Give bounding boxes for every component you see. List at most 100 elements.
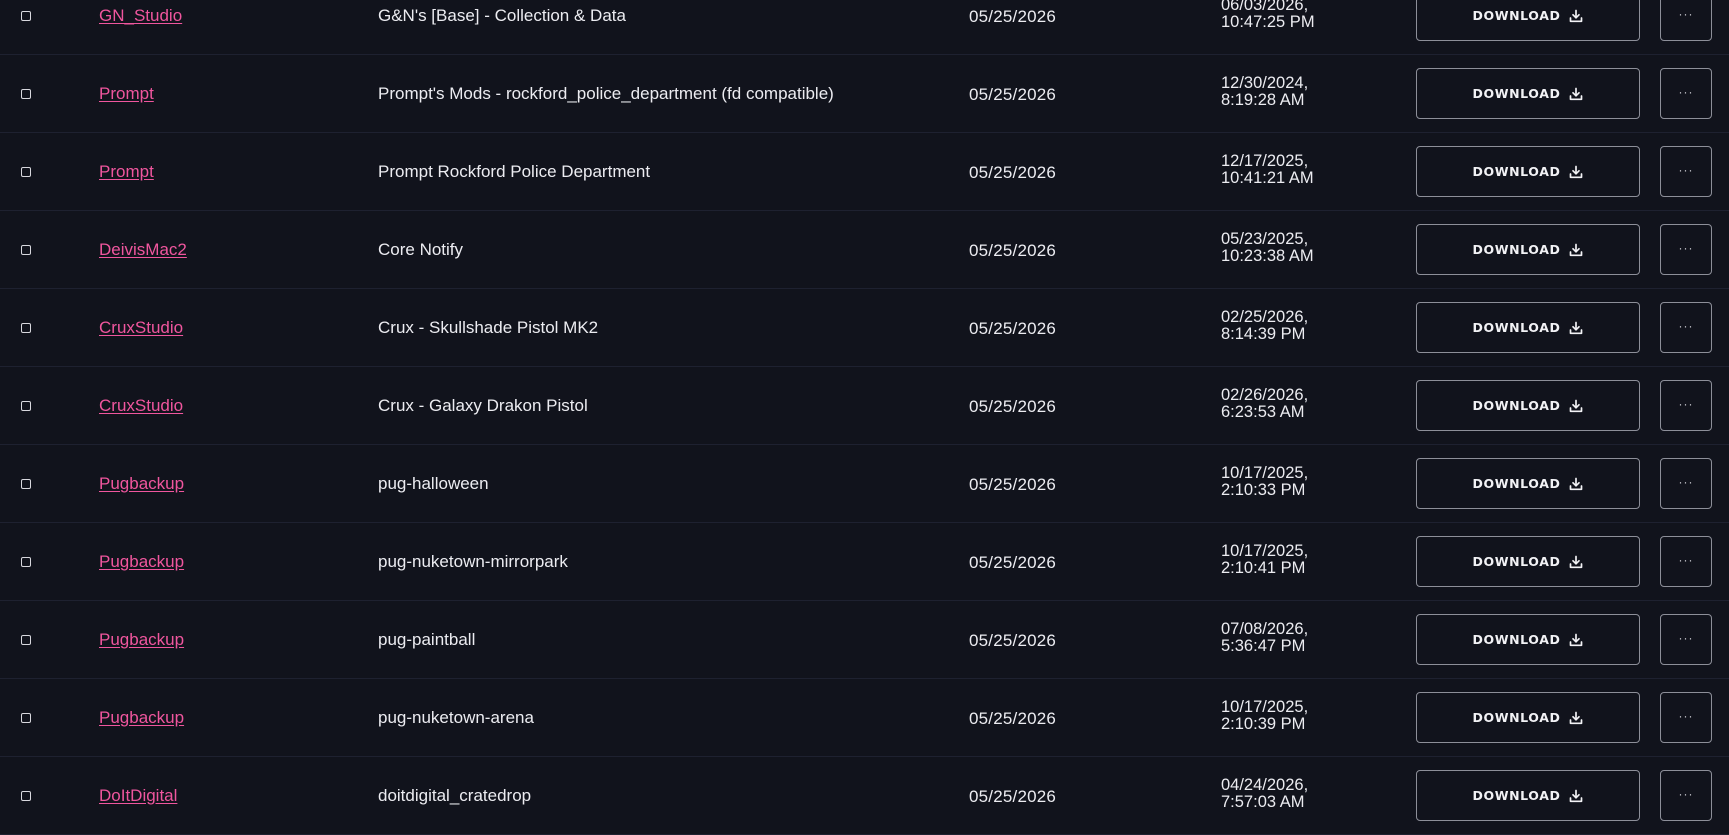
more-options-button[interactable]: ··· (1660, 146, 1712, 197)
row-checkbox[interactable] (21, 89, 31, 99)
download-button[interactable]: DOWNLOAD (1416, 68, 1640, 119)
more-options-icon: ··· (1678, 318, 1694, 333)
download-label: DOWNLOAD (1472, 86, 1561, 101)
download-icon (1569, 9, 1583, 23)
download-icon (1569, 555, 1583, 569)
download-label: DOWNLOAD (1472, 320, 1561, 335)
download-label: DOWNLOAD (1472, 632, 1561, 647)
row-checkbox[interactable] (21, 635, 31, 645)
download-label: DOWNLOAD (1472, 788, 1561, 803)
table-row: GN_Studio G&N's [Base] - Collection & Da… (0, 0, 1729, 55)
download-button[interactable]: DOWNLOAD (1416, 692, 1640, 743)
purchase-date: 05/25/2026 (969, 7, 1057, 26)
last-updated: 02/26/2026, 6:23:53 AM (1221, 386, 1309, 421)
download-label: DOWNLOAD (1472, 164, 1561, 179)
author-link[interactable]: DoItDigital (99, 786, 177, 806)
author-link[interactable]: Pugbackup (99, 474, 184, 494)
row-checkbox[interactable] (21, 479, 31, 489)
row-checkbox[interactable] (21, 245, 31, 255)
download-button[interactable]: DOWNLOAD (1416, 458, 1640, 509)
author-link[interactable]: Prompt (99, 84, 154, 104)
purchase-date: 05/25/2026 (969, 631, 1057, 650)
download-label: DOWNLOAD (1472, 476, 1561, 491)
download-icon (1569, 633, 1583, 647)
more-options-icon: ··· (1678, 786, 1694, 801)
more-options-button[interactable]: ··· (1660, 536, 1712, 587)
more-options-icon: ··· (1678, 162, 1694, 177)
author-link[interactable]: GN_Studio (99, 6, 182, 26)
purchase-date: 05/25/2026 (969, 85, 1057, 104)
download-button[interactable]: DOWNLOAD (1416, 614, 1640, 665)
row-checkbox[interactable] (21, 557, 31, 567)
download-button[interactable]: DOWNLOAD (1416, 770, 1640, 821)
author-link[interactable]: CruxStudio (99, 396, 183, 416)
resource-name: G&N's [Base] - Collection & Data (378, 6, 626, 25)
download-button[interactable]: DOWNLOAD (1416, 224, 1640, 275)
last-updated: 02/25/2026, 8:14:39 PM (1221, 308, 1309, 343)
table-row: CruxStudio Crux - Galaxy Drakon Pistol 0… (0, 367, 1729, 445)
table-row: Pugbackup pug-halloween 05/25/2026 10/17… (0, 445, 1729, 523)
purchase-date: 05/25/2026 (969, 163, 1057, 182)
purchase-date: 05/25/2026 (969, 475, 1057, 494)
download-label: DOWNLOAD (1472, 398, 1561, 413)
download-label: DOWNLOAD (1472, 8, 1561, 23)
row-checkbox[interactable] (21, 167, 31, 177)
author-link[interactable]: Pugbackup (99, 708, 184, 728)
resource-name: Prompt Rockford Police Department (378, 162, 651, 181)
purchase-date: 05/25/2026 (969, 787, 1057, 806)
more-options-button[interactable]: ··· (1660, 458, 1712, 509)
table-row: Prompt Prompt's Mods - rockford_police_d… (0, 55, 1729, 133)
last-updated: 10/17/2025, 2:10:33 PM (1221, 464, 1309, 499)
more-options-button[interactable]: ··· (1660, 692, 1712, 743)
more-options-icon: ··· (1678, 6, 1694, 21)
more-options-icon: ··· (1678, 84, 1694, 99)
purchase-date: 05/25/2026 (969, 319, 1057, 338)
download-label: DOWNLOAD (1472, 554, 1561, 569)
download-button[interactable]: DOWNLOAD (1416, 0, 1640, 41)
last-updated: 07/08/2026, 5:36:47 PM (1221, 620, 1309, 655)
more-options-button[interactable]: ··· (1660, 302, 1712, 353)
author-link[interactable]: CruxStudio (99, 318, 183, 338)
author-link[interactable]: Prompt (99, 162, 154, 182)
row-checkbox[interactable] (21, 791, 31, 801)
more-options-icon: ··· (1678, 630, 1694, 645)
table-row: CruxStudio Crux - Skullshade Pistol MK2 … (0, 289, 1729, 367)
resource-name: Crux - Skullshade Pistol MK2 (378, 318, 599, 337)
more-options-button[interactable]: ··· (1660, 614, 1712, 665)
more-options-button[interactable]: ··· (1660, 224, 1712, 275)
author-link[interactable]: DeivisMac2 (99, 240, 187, 260)
row-checkbox[interactable] (21, 401, 31, 411)
download-icon (1569, 711, 1583, 725)
more-options-button[interactable]: ··· (1660, 770, 1712, 821)
table-row: DoItDigital doitdigital_cratedrop 05/25/… (0, 757, 1729, 835)
row-checkbox[interactable] (21, 11, 31, 21)
resource-name: pug-halloween (378, 474, 489, 493)
resource-name: pug-nuketown-arena (378, 708, 534, 727)
table-row: DeivisMac2 Core Notify 05/25/2026 05/23/… (0, 211, 1729, 289)
last-updated: 10/17/2025, 2:10:39 PM (1221, 698, 1309, 733)
row-checkbox[interactable] (21, 323, 31, 333)
download-label: DOWNLOAD (1472, 710, 1561, 725)
more-options-icon: ··· (1678, 396, 1694, 411)
author-link[interactable]: Pugbackup (99, 630, 184, 650)
author-link[interactable]: Pugbackup (99, 552, 184, 572)
row-checkbox[interactable] (21, 713, 31, 723)
more-options-button[interactable]: ··· (1660, 0, 1712, 41)
purchase-date: 05/25/2026 (969, 397, 1057, 416)
last-updated: 04/24/2026, 7:57:03 AM (1221, 776, 1309, 811)
download-button[interactable]: DOWNLOAD (1416, 536, 1640, 587)
last-updated: 06/03/2026, 10:47:25 PM (1221, 0, 1315, 31)
download-button[interactable]: DOWNLOAD (1416, 302, 1640, 353)
download-button[interactable]: DOWNLOAD (1416, 146, 1640, 197)
download-icon (1569, 87, 1583, 101)
table-row: Pugbackup pug-nuketown-arena 05/25/2026 … (0, 679, 1729, 757)
download-icon (1569, 243, 1583, 257)
more-options-button[interactable]: ··· (1660, 380, 1712, 431)
more-options-button[interactable]: ··· (1660, 68, 1712, 119)
purchase-date: 05/25/2026 (969, 553, 1057, 572)
resource-name: pug-paintball (378, 630, 476, 649)
last-updated: 12/17/2025, 10:41:21 AM (1221, 152, 1314, 187)
more-options-icon: ··· (1678, 708, 1694, 723)
download-button[interactable]: DOWNLOAD (1416, 380, 1640, 431)
resource-table: GN_Studio G&N's [Base] - Collection & Da… (0, 0, 1729, 835)
